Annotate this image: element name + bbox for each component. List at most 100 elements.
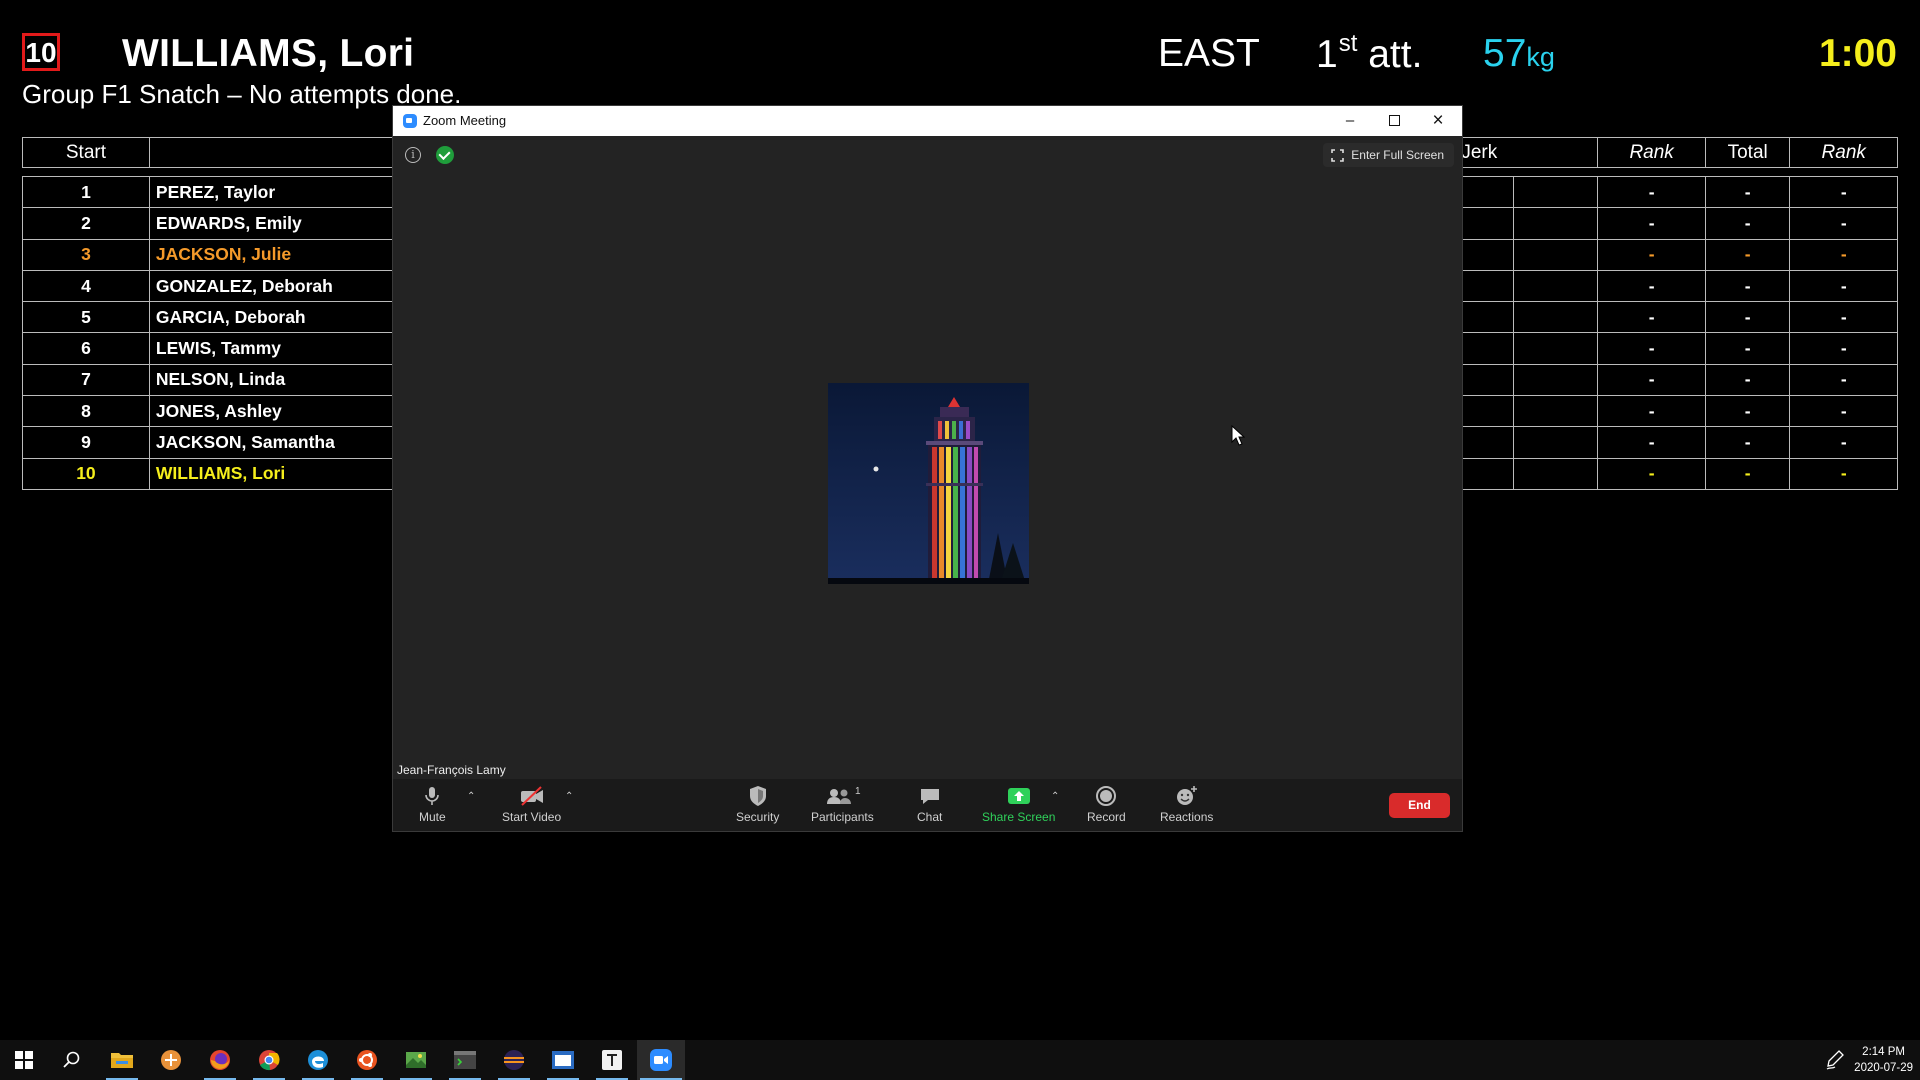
- header-total: Total: [1704, 137, 1791, 168]
- snatch-rank-cell: -: [1597, 207, 1706, 240]
- clean-jerk-3-cell: [1512, 426, 1599, 459]
- clock-time: 2:14 PM: [1862, 1046, 1905, 1058]
- taskbar-file-explorer[interactable]: [98, 1040, 146, 1080]
- full-screen-icon: [1331, 149, 1345, 162]
- total-rank-cell: -: [1789, 238, 1898, 271]
- zoom-titlebar[interactable]: Zoom Meeting – ×: [393, 106, 1462, 136]
- close-button[interactable]: ×: [1416, 106, 1460, 136]
- total-cell: -: [1704, 175, 1791, 209]
- mute-label: Mute: [419, 810, 446, 824]
- windows-start-icon: [15, 1051, 33, 1069]
- taskbar-ubuntu[interactable]: [343, 1040, 391, 1080]
- athlete-name-cell: JONES, Ashley: [148, 395, 430, 428]
- athlete-name-cell: LEWIS, Tammy: [148, 332, 430, 365]
- record-button[interactable]: Record: [1087, 785, 1126, 824]
- clean-jerk-3-cell: [1512, 332, 1599, 365]
- app-icon: [454, 1051, 476, 1069]
- start-cell: 8: [22, 395, 150, 428]
- end-meeting-button[interactable]: End: [1389, 793, 1450, 818]
- attempt-clock: 1:00: [1818, 32, 1897, 75]
- app-icon: [406, 1052, 426, 1068]
- taskbar-eclipse[interactable]: [490, 1040, 538, 1080]
- taskbar-app-orange[interactable]: [147, 1040, 195, 1080]
- taskbar-app-window[interactable]: [539, 1040, 587, 1080]
- weight-unit: kg: [1526, 42, 1555, 72]
- record-label: Record: [1087, 810, 1126, 824]
- total-cell: -: [1704, 238, 1791, 271]
- total-cell: -: [1704, 332, 1791, 365]
- snatch-rank-cell: -: [1597, 238, 1706, 271]
- current-attempt: 1st att.: [1316, 30, 1422, 77]
- mute-button[interactable]: Mute: [419, 785, 446, 824]
- taskbar-app-image[interactable]: [392, 1040, 440, 1080]
- minimize-button[interactable]: –: [1328, 106, 1372, 136]
- security-label: Security: [736, 810, 780, 824]
- start-cell: 10: [22, 457, 150, 490]
- start-video-button[interactable]: Start Video: [502, 785, 561, 824]
- current-athlete-name: WILLIAMS, Lori: [122, 32, 415, 75]
- taskbar-zoom[interactable]: [637, 1040, 685, 1080]
- athlete-name-cell: JACKSON, Samantha: [148, 426, 430, 459]
- chat-button[interactable]: Chat: [917, 785, 942, 824]
- header-start: Start: [22, 137, 150, 168]
- total-rank-cell: -: [1789, 207, 1898, 240]
- athlete-name-cell: NELSON, Linda: [148, 363, 430, 397]
- clean-jerk-3-cell: [1512, 363, 1599, 397]
- participant-video-tile[interactable]: [828, 383, 1029, 584]
- current-team: EAST: [1158, 32, 1260, 75]
- participant-name-label: Jean-François Lamy: [397, 763, 506, 777]
- participants-count: 1: [855, 786, 861, 797]
- taskbar-app-terminal[interactable]: [441, 1040, 489, 1080]
- athlete-name-cell: JACKSON, Julie: [148, 238, 430, 271]
- meeting-info-icon[interactable]: i: [405, 147, 421, 163]
- athlete-name-cell: GONZALEZ, Deborah: [148, 269, 430, 303]
- taskbar-firefox[interactable]: [196, 1040, 244, 1080]
- snatch-rank-cell: -: [1597, 457, 1706, 490]
- zoom-meeting-window[interactable]: Zoom Meeting – × i Enter Full Screen Jea…: [392, 105, 1463, 832]
- window-title: Zoom Meeting: [423, 113, 507, 128]
- total-rank-cell: -: [1789, 457, 1898, 490]
- clean-jerk-3-cell: [1512, 269, 1599, 303]
- system-clock[interactable]: 2:14 PM 2020-07-29: [1854, 1044, 1913, 1076]
- taskbar-edge[interactable]: [294, 1040, 342, 1080]
- taskbar-search-button[interactable]: [48, 1040, 96, 1080]
- clean-jerk-3-cell: [1512, 207, 1599, 240]
- clean-jerk-3-cell: [1512, 301, 1599, 334]
- taskbar-typora[interactable]: [588, 1040, 636, 1080]
- maximize-button[interactable]: [1372, 106, 1416, 136]
- share-screen-icon: [1007, 788, 1030, 804]
- audio-options-caret-icon[interactable]: ⌃: [467, 791, 475, 802]
- share-options-caret-icon[interactable]: ⌃: [1051, 791, 1059, 802]
- zoom-icon: [650, 1049, 672, 1071]
- video-options-caret-icon[interactable]: ⌃: [565, 791, 573, 802]
- firefox-icon: [210, 1050, 230, 1070]
- enter-full-screen-button[interactable]: Enter Full Screen: [1323, 143, 1454, 167]
- microphone-icon: [425, 787, 440, 805]
- total-cell: -: [1704, 363, 1791, 397]
- share-screen-button[interactable]: Share Screen: [982, 785, 1055, 824]
- zoom-logo-icon: [403, 114, 417, 128]
- start-button[interactable]: [0, 1040, 48, 1080]
- snatch-rank-cell: -: [1597, 363, 1706, 397]
- taskbar-chrome[interactable]: [245, 1040, 293, 1080]
- participants-button[interactable]: 1 Participants: [811, 785, 874, 824]
- pen-workspace-icon[interactable]: [1826, 1050, 1844, 1070]
- edge-icon: [308, 1050, 328, 1070]
- total-cell: -: [1704, 301, 1791, 334]
- full-screen-label: Enter Full Screen: [1351, 148, 1444, 162]
- athlete-name-cell: EDWARDS, Emily: [148, 207, 430, 240]
- reactions-button[interactable]: Reactions: [1160, 785, 1213, 824]
- current-start-number: 10: [22, 33, 60, 71]
- video-off-icon: [520, 786, 543, 806]
- record-icon: [1096, 786, 1117, 806]
- total-rank-cell: -: [1789, 332, 1898, 365]
- start-cell: 5: [22, 301, 150, 334]
- start-cell: 2: [22, 207, 150, 240]
- chrome-icon: [259, 1050, 280, 1071]
- total-rank-cell: -: [1789, 426, 1898, 459]
- tower-photo: [828, 383, 1029, 584]
- total-rank-cell: -: [1789, 301, 1898, 334]
- security-button[interactable]: Security: [736, 785, 779, 824]
- chat-icon: [920, 789, 939, 804]
- encryption-shield-icon[interactable]: [436, 146, 454, 164]
